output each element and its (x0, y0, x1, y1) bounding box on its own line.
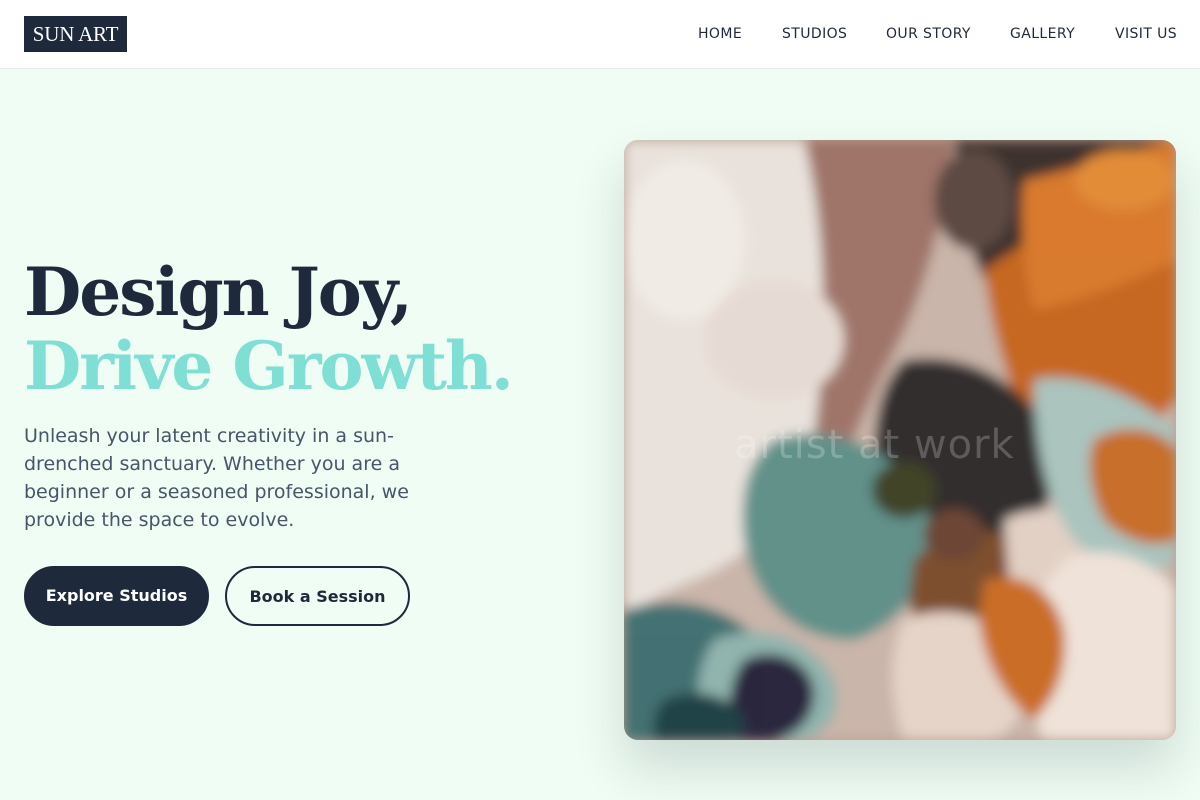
hero-description: Unleash your latent creativity in a sun-… (24, 425, 409, 531)
image-watermark-text: artist at work (734, 422, 1015, 468)
nav-item-studios[interactable]: STUDIOS (782, 24, 847, 44)
hero-title: Design Joy, Drive Growth. (24, 255, 584, 403)
book-session-button[interactable]: Book a Session (225, 566, 410, 626)
hero-title-line2: Drive Growth. (24, 327, 514, 405)
hero-title-line1: Design Joy, (24, 253, 413, 331)
nav-item-gallery[interactable]: GALLERY (1010, 24, 1075, 44)
nav-item-home[interactable]: HOME (698, 24, 742, 44)
hero-artwork-image: artist at work (624, 140, 1176, 740)
explore-studios-button[interactable]: Explore Studios (24, 566, 209, 626)
nav-item-visit-us[interactable]: VISIT US (1115, 24, 1177, 44)
brand-logo[interactable]: SUN ART (24, 16, 127, 52)
site-header: SUN ART HOME STUDIOS OUR STORY GALLERY V… (0, 0, 1200, 69)
nav-item-our-story[interactable]: OUR STORY (886, 24, 971, 44)
